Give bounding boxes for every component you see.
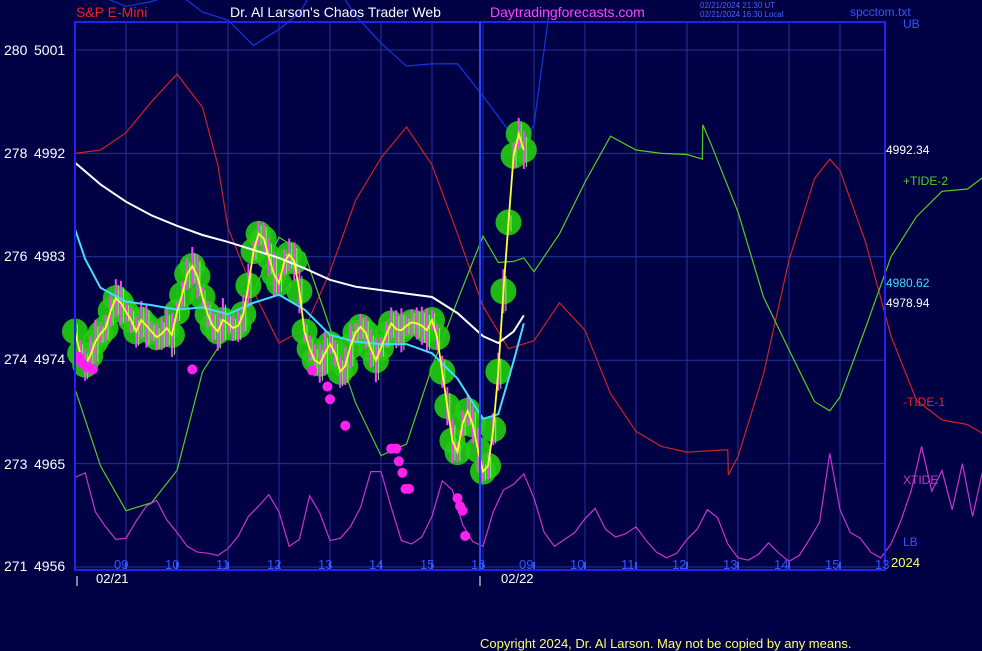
marker-dot-13 (391, 443, 402, 454)
x-tick-1: 10 (165, 557, 180, 572)
y-label-left-3: 274 (4, 351, 28, 367)
y-label-right-4: 4965 (34, 456, 66, 472)
x-tick-7: 16 (471, 557, 486, 572)
last-price-label: 4992.34 (886, 143, 930, 157)
lb-label: LB (903, 535, 918, 549)
y-label-right-0: 5001 (34, 42, 66, 58)
x-tick-10: 11 (621, 557, 635, 572)
marker-dot-14 (393, 456, 404, 467)
x-tick-4: 13 (318, 557, 333, 572)
y-label-right-1: 4992 (34, 145, 66, 161)
marker-dot-15 (397, 467, 408, 478)
y-label-left-5: 271 (4, 558, 28, 574)
year-label: 2024 (891, 555, 920, 570)
date-label-1: 02/22 (501, 571, 534, 586)
y-label-left-0: 280 (4, 42, 28, 58)
x-tick-13: 14 (774, 557, 789, 572)
x-tick-6: 15 (420, 557, 435, 572)
ma-slow-value-label: 4978.94 (886, 296, 930, 310)
y-label-left-2: 276 (4, 248, 28, 264)
x-tick-14: 15 (825, 557, 840, 572)
marker-dot-9 (322, 381, 333, 392)
y-label-right-2: 4983 (34, 248, 66, 264)
marker-dot-6 (87, 364, 98, 375)
y-label-left-4: 273 (4, 456, 28, 472)
marker-dot-17 (404, 483, 415, 494)
x-tick-15: 13 (875, 557, 890, 572)
x-tick-5: 14 (369, 557, 384, 572)
x-tick-0: 09 (114, 557, 129, 572)
copyright-notice: Copyright 2024, Dr. Al Larson. May not b… (480, 636, 852, 651)
timestamp-ut: 02/21/2024 21:30 UT (700, 1, 776, 10)
date-label-0: 02/21 (96, 571, 129, 586)
x-tick-8: 09 (519, 557, 534, 572)
marker-dot-20 (457, 505, 468, 516)
chart-svg (0, 0, 982, 650)
tide2-label: +TIDE-2 (903, 174, 949, 188)
marker-dot-11 (340, 420, 351, 431)
site-title: Dr. Al Larson's Chaos Trader Web (230, 4, 441, 20)
site-url[interactable]: Daytradingforecasts.com (490, 4, 645, 20)
y-label-right-3: 4974 (34, 351, 66, 367)
ma-fast-value-label: 4980.62 (886, 276, 930, 290)
x-tick-12: 13 (723, 557, 738, 572)
symbol-title: S&P E-Mini (76, 4, 148, 20)
xtide-label: XTIDE (903, 473, 939, 487)
marker-dot-8 (307, 365, 318, 376)
x-tick-11: 12 (672, 557, 687, 572)
x-tick-3: 12 (267, 557, 282, 572)
y-label-right-5: 4956 (34, 558, 66, 574)
marker-dot-21 (460, 530, 471, 541)
y-label-left-1: 278 (4, 145, 28, 161)
tide1-label: -TIDE-1 (903, 395, 945, 409)
timestamp-local: 02/21/2024 16:30 Local (700, 10, 784, 19)
x-tick-2: 11 (216, 557, 230, 572)
marker-dot-10 (325, 394, 335, 405)
file-name: spcctom.txt (850, 5, 911, 19)
x-tick-9: 10 (570, 557, 585, 572)
ub-label: UB (903, 17, 920, 31)
marker-dot-7 (187, 364, 198, 375)
